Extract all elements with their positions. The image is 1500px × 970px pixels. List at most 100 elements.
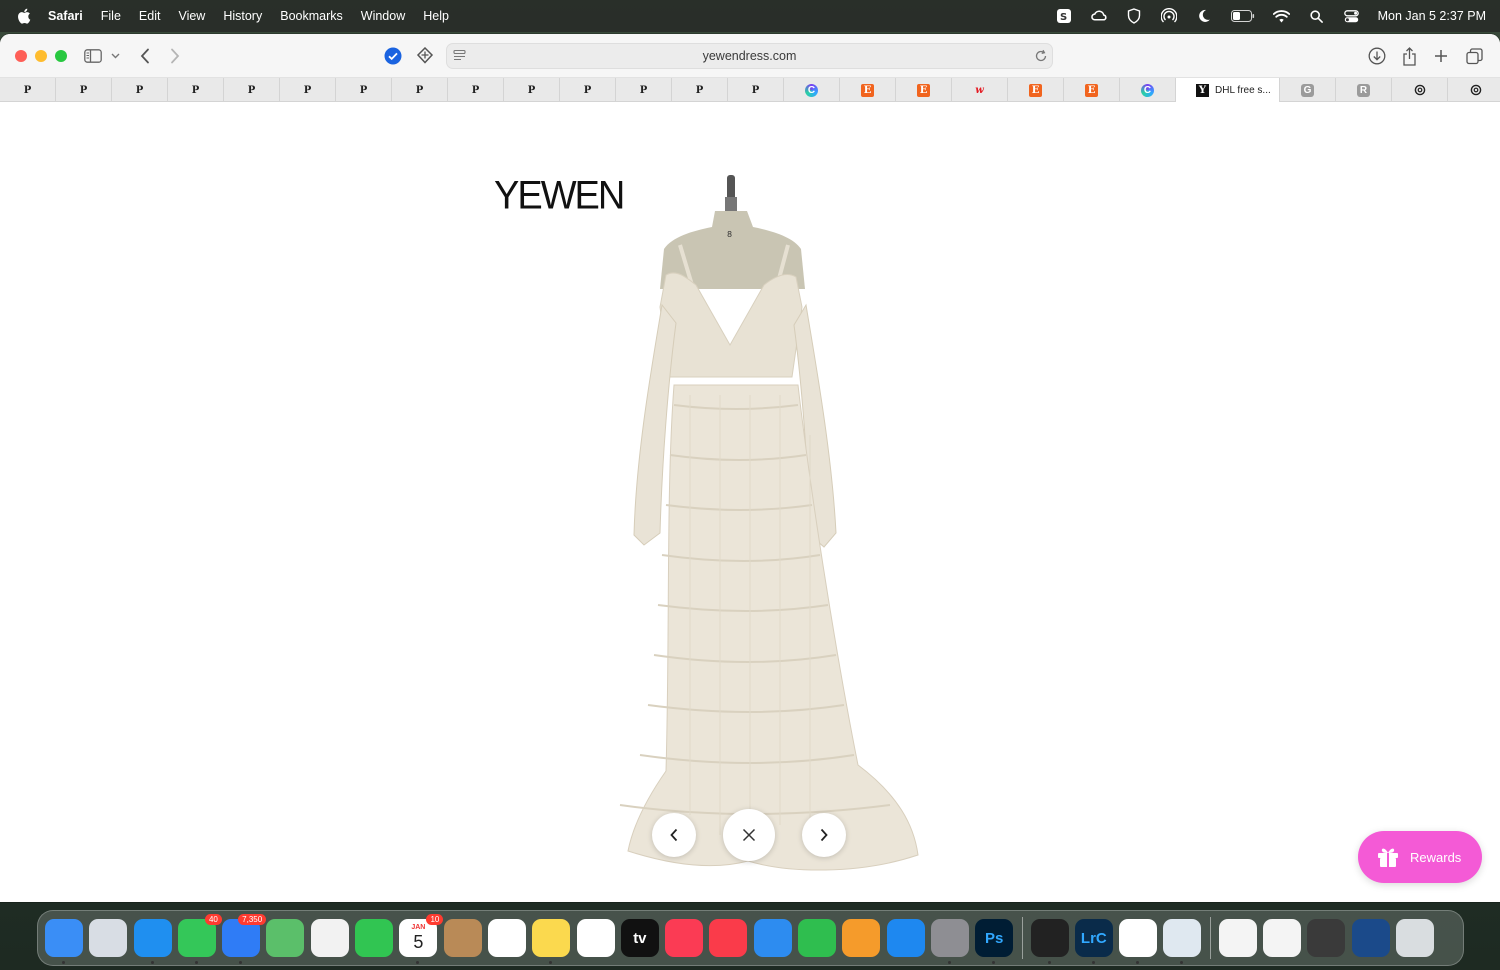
photoshop-doc-icon[interactable]	[1307, 919, 1346, 957]
close-window-button[interactable]	[15, 49, 27, 62]
contacts-icon[interactable]	[443, 919, 482, 957]
browser-tab[interactable]: C	[784, 78, 840, 102]
rewards-button[interactable]: Rewards	[1358, 831, 1482, 883]
tab-title: DHL free s...	[1215, 84, 1271, 96]
browser-tab[interactable]: E	[896, 78, 952, 102]
scrivener-icon[interactable]: S	[1056, 8, 1073, 25]
browser-tab[interactable]: E	[1008, 78, 1064, 102]
browser-tab[interactable]: R	[1336, 78, 1392, 102]
screenshot-thumb-1-icon[interactable]	[1218, 919, 1257, 957]
new-tab-plus-icon[interactable]	[1434, 44, 1448, 68]
previous-image-button[interactable]	[652, 813, 696, 857]
browser-tab[interactable]: E	[1064, 78, 1120, 102]
menu-help[interactable]: Help	[423, 9, 449, 23]
browser-tab[interactable]	[1392, 78, 1448, 102]
downloads-icon[interactable]	[1368, 44, 1386, 68]
apple-tv-icon[interactable]: tv	[620, 919, 659, 957]
address-bar[interactable]: yewendress.com	[446, 43, 1053, 69]
menu-bookmarks[interactable]: Bookmarks	[280, 9, 343, 23]
share-icon[interactable]	[1402, 44, 1417, 68]
menubar-clock[interactable]: Mon Jan 5 2:37 PM	[1378, 9, 1486, 23]
safari-icon[interactable]	[133, 919, 172, 964]
browser-tab[interactable]: P	[560, 78, 616, 102]
app-store-icon[interactable]	[886, 919, 925, 957]
trash-icon[interactable]	[1395, 919, 1434, 957]
creative-cloud-icon[interactable]	[1090, 8, 1108, 25]
chrome-icon[interactable]	[1119, 919, 1158, 964]
moon-icon[interactable]	[1196, 8, 1213, 25]
menu-window[interactable]: Window	[361, 9, 405, 23]
numbers-icon[interactable]	[798, 919, 837, 957]
reminders-icon[interactable]	[487, 919, 526, 957]
messages-icon[interactable]: 40	[177, 914, 222, 964]
system-settings-icon[interactable]	[930, 919, 969, 964]
facetime-icon[interactable]	[355, 919, 394, 957]
menu-view[interactable]: View	[178, 9, 205, 23]
pages-icon[interactable]	[842, 919, 881, 957]
forward-chevron-icon[interactable]	[170, 44, 180, 68]
airdrop-icon[interactable]	[1161, 8, 1178, 25]
running-indicator	[1136, 961, 1140, 964]
tab-favicon-icon: P	[79, 84, 88, 96]
browser-tab[interactable]: C	[1120, 78, 1176, 102]
browser-tab[interactable]: P	[728, 78, 784, 102]
browser-tab[interactable]: P	[448, 78, 504, 102]
preview-icon[interactable]	[1163, 919, 1202, 964]
browser-tab[interactable]: Y DHL free s...	[1176, 78, 1280, 102]
finder-icon[interactable]	[45, 919, 83, 964]
menu-app-name[interactable]: Safari	[48, 9, 83, 23]
control-center-icon[interactable]	[1343, 8, 1360, 25]
photoshop-doc-2-icon[interactable]	[1351, 919, 1390, 957]
sidebar-toggle-icon[interactable]	[84, 44, 102, 68]
mail-icon[interactable]: 7,350	[222, 914, 267, 964]
browser-tab[interactable]: P	[168, 78, 224, 102]
browser-tab[interactable]: P	[336, 78, 392, 102]
browser-tab[interactable]	[1448, 78, 1500, 102]
notes-icon[interactable]	[532, 919, 571, 964]
wifi-icon[interactable]	[1272, 8, 1290, 25]
browser-tab[interactable]: E	[840, 78, 896, 102]
tab-overview-icon[interactable]	[1466, 44, 1483, 68]
extension-ai-icon[interactable]	[416, 44, 434, 68]
launchpad-icon[interactable]	[89, 919, 128, 957]
keynote-icon[interactable]	[753, 919, 792, 957]
menu-edit[interactable]: Edit	[139, 9, 161, 23]
next-image-button[interactable]	[802, 813, 846, 857]
music-icon[interactable]	[665, 919, 704, 957]
browser-tab[interactable]: P	[672, 78, 728, 102]
screenshot-thumb-2-icon[interactable]	[1263, 919, 1302, 957]
reload-icon[interactable]	[1034, 49, 1048, 66]
extension-checkmark-icon[interactable]	[384, 44, 402, 68]
browser-tab[interactable]: P	[56, 78, 112, 102]
zoom-window-button[interactable]	[55, 49, 67, 62]
vpn-shield-icon[interactable]	[1126, 8, 1143, 25]
tab-group-chevron-down-icon[interactable]	[111, 44, 120, 68]
browser-tab[interactable]: w	[952, 78, 1008, 102]
menu-bar: Safari File Edit View History Bookmarks …	[0, 0, 1500, 32]
browser-tab[interactable]: P	[504, 78, 560, 102]
browser-tab[interactable]: P	[224, 78, 280, 102]
browser-tab[interactable]: P	[616, 78, 672, 102]
page-menu-icon[interactable]	[453, 49, 467, 66]
apple-icon[interactable]	[16, 7, 34, 25]
sketch-icon[interactable]	[1030, 919, 1069, 964]
photos-icon[interactable]	[310, 919, 349, 957]
minimize-window-button[interactable]	[35, 49, 47, 62]
freeform-icon[interactable]	[576, 919, 615, 957]
maps-icon[interactable]	[266, 919, 305, 957]
menu-file[interactable]: File	[101, 9, 121, 23]
photoshop-icon[interactable]: Ps	[975, 919, 1014, 964]
close-lightbox-button[interactable]	[723, 809, 775, 861]
browser-tab[interactable]: P	[112, 78, 168, 102]
lightroom-classic-icon[interactable]: LrC	[1074, 919, 1113, 964]
search-icon[interactable]	[1308, 8, 1325, 25]
menu-history[interactable]: History	[223, 9, 262, 23]
news-icon[interactable]	[709, 919, 748, 957]
browser-tab[interactable]: P	[280, 78, 336, 102]
calendar-icon[interactable]: JAN 5 10	[399, 914, 444, 964]
browser-tab[interactable]: P	[392, 78, 448, 102]
browser-tab[interactable]: P	[0, 78, 56, 102]
browser-tab[interactable]: G	[1280, 78, 1336, 102]
back-chevron-icon[interactable]	[140, 44, 150, 68]
battery-icon[interactable]	[1230, 8, 1255, 25]
